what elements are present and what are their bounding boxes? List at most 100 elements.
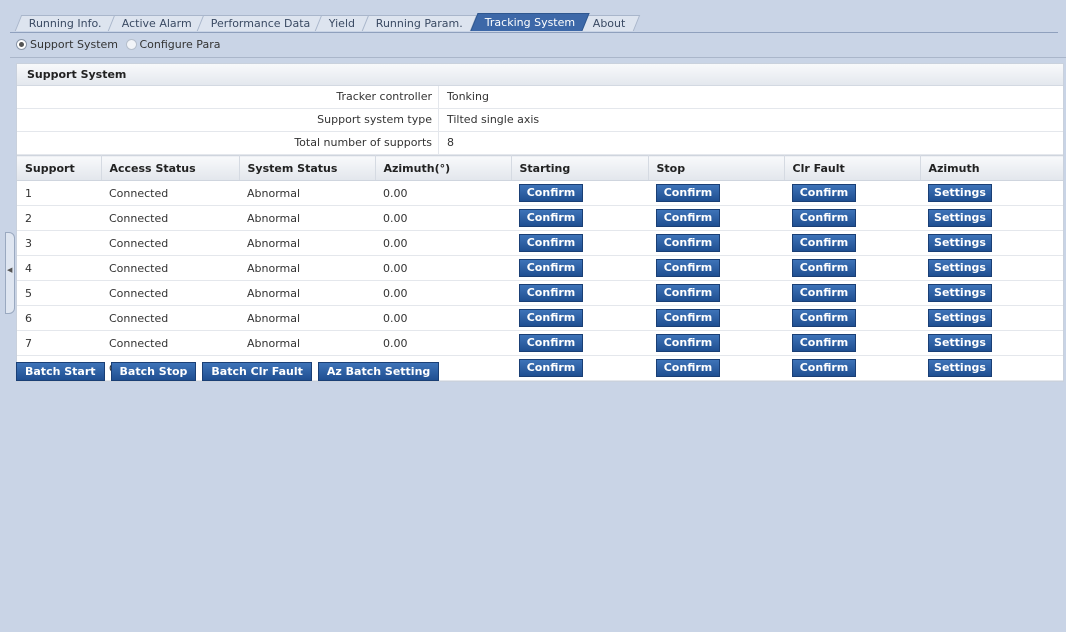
left-rail [0, 0, 10, 632]
access-status-cell: Connected [101, 205, 239, 231]
col-header-azimuth-value: Azimuth(°) [375, 155, 512, 181]
azimuth-settings-button[interactable]: Settings [928, 284, 992, 302]
system-status-cell: Abnormal [239, 305, 375, 331]
tab-running-param[interactable]: Running Param. [361, 15, 478, 31]
tab-bar: Running Info. Active Alarm Performance D… [10, 13, 1058, 33]
button-cell: Confirm [648, 305, 784, 331]
clr-fault-confirm-button[interactable]: Confirm [792, 334, 856, 352]
button-cell: Confirm [648, 205, 784, 231]
clr-fault-confirm-button[interactable]: Confirm [792, 234, 856, 252]
button-cell: Settings [920, 305, 1063, 331]
stop-confirm-button[interactable]: Confirm [656, 334, 720, 352]
table-row: 6 Connected Abnormal 0.00 Confirm Confirm Conf… [17, 305, 1063, 331]
table-header-row: Support Access Status System Status Azim… [17, 155, 1063, 181]
stop-confirm-button[interactable]: Confirm [656, 359, 720, 377]
azimuth-value-cell: 0.00 [375, 180, 511, 206]
batch-clr-fault-button[interactable]: Batch Clr Fault [202, 362, 312, 381]
starting-confirm-button[interactable]: Confirm [519, 234, 583, 252]
info-row-support-type: Support system type Tilted single axis [17, 109, 1063, 132]
azimuth-value-cell: 0.00 [375, 280, 511, 306]
col-header-support: Support [17, 155, 102, 181]
starting-confirm-button[interactable]: Confirm [519, 334, 583, 352]
col-header-access-status: Access Status [101, 155, 240, 181]
system-status-cell: Abnormal [239, 205, 375, 231]
table-row: 2 Connected Abnormal 0.00 Confirm Confirm Conf… [17, 205, 1063, 231]
azimuth-settings-button[interactable]: Settings [928, 359, 992, 377]
clr-fault-confirm-button[interactable]: Confirm [792, 259, 856, 277]
button-cell: Confirm [784, 255, 920, 281]
tab-yield[interactable]: Yield [314, 15, 370, 31]
stop-confirm-button[interactable]: Confirm [656, 309, 720, 327]
button-cell: Confirm [511, 255, 648, 281]
button-cell: Settings [920, 355, 1063, 381]
button-cell: Confirm [648, 180, 784, 206]
button-cell: Confirm [511, 330, 648, 356]
stop-confirm-button[interactable]: Confirm [656, 209, 720, 227]
azimuth-settings-button[interactable]: Settings [928, 309, 992, 327]
azimuth-settings-button[interactable]: Settings [928, 184, 992, 202]
starting-confirm-button[interactable]: Confirm [519, 209, 583, 227]
button-cell: Confirm [511, 205, 648, 231]
azimuth-value-cell: 0.00 [375, 205, 511, 231]
radio-configure-para[interactable]: Configure Para [125, 38, 220, 51]
az-batch-setting-button[interactable]: Az Batch Setting [317, 362, 440, 381]
info-row-total-supports: Total number of supports 8 [17, 132, 1063, 155]
button-cell: Confirm [648, 230, 784, 256]
starting-confirm-button[interactable]: Confirm [519, 259, 583, 277]
table-row: 5 Connected Abnormal 0.00 Confirm Confirm Conf… [17, 280, 1063, 306]
support-cell: 5 [17, 280, 101, 306]
stop-confirm-button[interactable]: Confirm [656, 259, 720, 277]
stop-confirm-button[interactable]: Confirm [656, 184, 720, 202]
tab-performance-data[interactable]: Performance Data [196, 15, 325, 31]
button-cell: Settings [920, 180, 1063, 206]
access-status-cell: Connected [101, 180, 239, 206]
clr-fault-confirm-button[interactable]: Confirm [792, 309, 856, 327]
azimuth-settings-button[interactable]: Settings [928, 209, 992, 227]
button-cell: Confirm [511, 230, 648, 256]
tab-active-alarm[interactable]: Active Alarm [107, 15, 207, 31]
stop-confirm-button[interactable]: Confirm [656, 284, 720, 302]
azimuth-settings-button[interactable]: Settings [928, 334, 992, 352]
button-cell: Confirm [784, 205, 920, 231]
tab-running-info[interactable]: Running Info. [14, 15, 116, 31]
button-cell: Settings [920, 280, 1063, 306]
button-cell: Settings [920, 230, 1063, 256]
col-header-system-status: System Status [239, 155, 376, 181]
clr-fault-confirm-button[interactable]: Confirm [792, 209, 856, 227]
starting-confirm-button[interactable]: Confirm [519, 184, 583, 202]
clr-fault-confirm-button[interactable]: Confirm [792, 359, 856, 377]
support-cell: 1 [17, 180, 101, 206]
stop-confirm-button[interactable]: Confirm [656, 234, 720, 252]
batch-start-button[interactable]: Batch Start [16, 362, 105, 381]
button-cell: Confirm [511, 355, 648, 381]
button-cell: Confirm [511, 280, 648, 306]
starting-confirm-button[interactable]: Confirm [519, 284, 583, 302]
azimuth-settings-button[interactable]: Settings [928, 259, 992, 277]
tab-tracking-system[interactable]: Tracking System [470, 13, 590, 31]
button-cell: Confirm [648, 255, 784, 281]
access-status-cell: Connected [101, 230, 239, 256]
button-cell: Confirm [784, 230, 920, 256]
azimuth-value-cell: 0.00 [375, 255, 511, 281]
starting-confirm-button[interactable]: Confirm [519, 359, 583, 377]
batch-toolbar: Batch Start Batch Stop Batch Clr Fault A… [16, 362, 440, 381]
azimuth-value-cell: 0.00 [375, 330, 511, 356]
support-cell: 4 [17, 255, 101, 281]
radio-support-system[interactable]: Support System [16, 38, 118, 51]
azimuth-settings-button[interactable]: Settings [928, 234, 992, 252]
button-cell: Settings [920, 205, 1063, 231]
radio-unchecked-icon [125, 39, 137, 50]
button-cell: Confirm [648, 330, 784, 356]
clr-fault-confirm-button[interactable]: Confirm [792, 184, 856, 202]
col-header-azimuth: Azimuth [920, 155, 1063, 181]
system-status-cell: Abnormal [239, 180, 375, 206]
starting-confirm-button[interactable]: Confirm [519, 309, 583, 327]
support-cell: 6 [17, 305, 101, 331]
button-cell: Confirm [511, 305, 648, 331]
col-header-stop: Stop [648, 155, 785, 181]
button-cell: Confirm [511, 180, 648, 206]
batch-stop-button[interactable]: Batch Stop [110, 362, 197, 381]
col-header-starting: Starting [511, 155, 649, 181]
table-row: 3 Connected Abnormal 0.00 Confirm Confirm Conf… [17, 230, 1063, 256]
clr-fault-confirm-button[interactable]: Confirm [792, 284, 856, 302]
